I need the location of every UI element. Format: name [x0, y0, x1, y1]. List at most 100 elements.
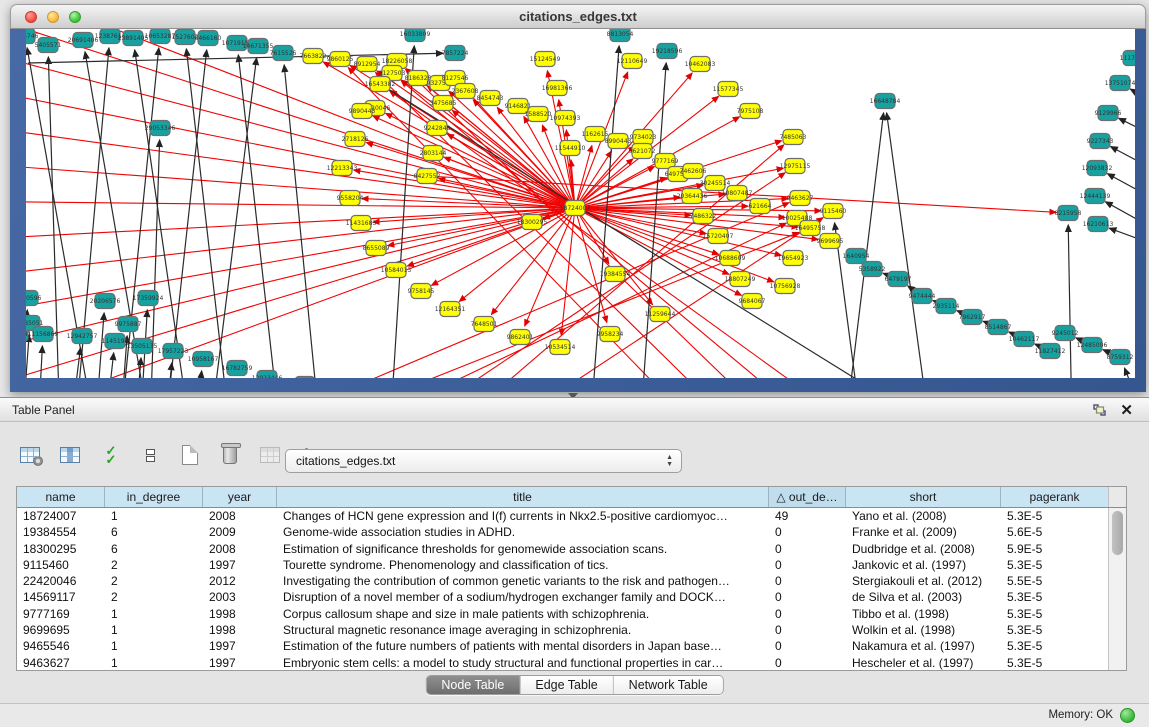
graph-node[interactable]: 20206576 — [90, 294, 121, 309]
table-cell[interactable]: 22420046 — [17, 573, 105, 589]
table-cell[interactable]: Tourette syndrome. Phenomenology and cla… — [277, 557, 769, 573]
graph-node[interactable]: 9758145 — [408, 284, 435, 299]
graph-node[interactable]: 6479197 — [885, 272, 912, 287]
table-cell[interactable]: 2 — [105, 589, 203, 605]
graph-node[interactable]: 17957223 — [158, 344, 189, 359]
citation-network-graph[interactable]: 9135746540557120691406123876142389140510… — [26, 29, 1135, 378]
graph-node[interactable]: 10756928 — [770, 279, 801, 294]
table-cell[interactable]: 6 — [105, 541, 203, 557]
column-header-in-degree[interactable]: in_degree — [105, 487, 203, 507]
table-cell[interactable]: 9115460 — [17, 557, 105, 573]
graph-node[interactable]: 8655089 — [363, 241, 390, 256]
graph-node[interactable]: 8813054 — [607, 29, 634, 42]
graph-node[interactable]: 11259644 — [645, 307, 676, 322]
table-cell[interactable]: Estimation of the future numbers of pati… — [277, 638, 769, 654]
table-cell[interactable]: 0 — [769, 573, 846, 589]
graph-node[interactable]: 7962917 — [959, 310, 986, 325]
table-row[interactable]: 2242004622012Investigating the contribut… — [17, 573, 1126, 589]
table-cell[interactable]: 1 — [105, 508, 203, 524]
scrollbar-thumb[interactable] — [1112, 511, 1123, 555]
graph-node[interactable]: 9862401 — [507, 330, 534, 345]
graph-node[interactable]: 13751074 — [1105, 76, 1135, 91]
table-cell[interactable]: 9463627 — [17, 655, 105, 671]
graph-node[interactable]: 2367608 — [452, 84, 479, 99]
tab-edge-table[interactable]: Edge Table — [520, 676, 613, 694]
graph-node[interactable]: 15720407 — [703, 229, 734, 244]
table-cell[interactable]: 5.3E-5 — [1001, 655, 1108, 671]
graph-node[interactable]: 9699695 — [817, 234, 844, 249]
table-cell[interactable]: 14569117 — [17, 589, 105, 605]
table-row[interactable]: 969969511998Structural magnetic resonanc… — [17, 622, 1126, 638]
graph-node[interactable]: 9860125 — [327, 52, 354, 67]
graph-node[interactable]: 8427552 — [414, 169, 441, 184]
graph-node[interactable]: 3475685 — [430, 96, 457, 111]
graph-node[interactable]: 10974393 — [550, 111, 581, 126]
memory-ok-indicator-icon[interactable] — [1120, 708, 1135, 723]
graph-node[interactable]: 2718126 — [342, 132, 369, 147]
table-cell[interactable]: Structural magnetic resonance image aver… — [277, 622, 769, 638]
table-cell[interactable]: 0 — [769, 606, 846, 622]
table-cell[interactable]: 5.3E-5 — [1001, 622, 1108, 638]
table-cell[interactable]: 49 — [769, 508, 846, 524]
table-cell[interactable]: 0 — [769, 622, 846, 638]
graph-node[interactable]: 621664 — [749, 199, 772, 214]
graph-node[interactable]: 9558204 — [337, 191, 364, 206]
column-header-out-degree[interactable]: △ out_de… — [769, 487, 846, 507]
table-cell[interactable]: Wolkin et al. (1998) — [846, 622, 1001, 638]
column-header-short[interactable]: short — [846, 487, 1001, 507]
graph-node[interactable]: 9115460 — [820, 204, 847, 219]
graph-node[interactable]: 10584013 — [381, 263, 412, 278]
table-cell[interactable]: 1997 — [203, 655, 277, 671]
graph-node[interactable]: 2935114 — [933, 299, 960, 314]
graph-node[interactable]: 7615526 — [270, 46, 297, 61]
graph-node[interactable]: 11577345 — [713, 82, 744, 97]
graph-node[interactable]: 7663822 — [300, 49, 327, 64]
table-row[interactable]: 1872400712008Changes of HCN gene express… — [17, 508, 1126, 524]
table-cell[interactable]: Changes of HCN gene expression and I(f) … — [277, 508, 769, 524]
table-cell[interactable]: 5.3E-5 — [1001, 638, 1108, 654]
table-cell[interactable]: 2 — [105, 557, 203, 573]
table-row[interactable]: 1456911722003Disruption of a novel membe… — [17, 589, 1126, 605]
table-row[interactable]: 1938455462009Genome-wide association stu… — [17, 524, 1126, 540]
graph-node[interactable]: 7485063 — [780, 130, 807, 145]
graph-node[interactable]: 16981366 — [542, 81, 573, 96]
table-cell[interactable]: 1 — [105, 622, 203, 638]
column-header-pagerank[interactable]: pagerank — [1001, 487, 1108, 507]
vertical-scrollbar[interactable] — [1108, 508, 1126, 670]
table-cell[interactable]: 2008 — [203, 508, 277, 524]
graph-node[interactable]: 7648501 — [471, 317, 498, 332]
graph-node[interactable]: 15124549 — [530, 52, 561, 67]
table-cell[interactable]: 1997 — [203, 638, 277, 654]
graph-node[interactable]: 7857224 — [442, 46, 469, 61]
column-header-year[interactable]: year — [203, 487, 277, 507]
table-cell[interactable]: Disruption of a novel member of a sodium… — [277, 589, 769, 605]
graph-node[interactable]: 16782759 — [222, 361, 253, 376]
graph-node[interactable]: 7975108 — [737, 104, 764, 119]
table-cell[interactable]: Estimation of significance thresholds fo… — [277, 541, 769, 557]
table-cell[interactable]: Jankovic et al. (1997) — [846, 557, 1001, 573]
graph-node[interactable]: 11544910 — [555, 141, 586, 156]
table-cell[interactable]: 1998 — [203, 622, 277, 638]
graph-node[interactable]: 1145194 — [102, 334, 129, 349]
graph-node[interactable]: 1117534 — [1120, 51, 1135, 66]
graph-node[interactable]: 9684067 — [739, 294, 766, 309]
graph-node[interactable]: 7462606 — [680, 164, 707, 179]
graph-node[interactable]: 6466160 — [195, 31, 222, 46]
graph-node[interactable]: 8215958 — [1055, 206, 1082, 221]
graph-node[interactable]: 16210613 — [1083, 217, 1114, 232]
table-cell[interactable]: Nakamura et al. (1997) — [846, 638, 1001, 654]
table-cell[interactable]: 0 — [769, 655, 846, 671]
graph-node[interactable]: 12213343 — [327, 161, 358, 176]
graph-node[interactable]: 9463627 — [787, 191, 814, 206]
graph-node[interactable]: 19654923 — [778, 251, 809, 266]
graph-node[interactable]: 10462083 — [685, 57, 716, 72]
graph-node[interactable]: 10688609 — [715, 251, 746, 266]
graph-node[interactable]: 19218596 — [652, 44, 683, 59]
graph-node[interactable]: 9129966 — [1095, 106, 1122, 121]
graph-node[interactable]: 7486322 — [690, 209, 717, 224]
row-height-button[interactable] — [136, 441, 164, 469]
show-columns-button[interactable] — [56, 441, 84, 469]
table-cell[interactable]: Yano et al. (2008) — [846, 508, 1001, 524]
graph-node[interactable]: 9474444 — [909, 289, 936, 304]
table-cell[interactable]: de Silva et al. (2003) — [846, 589, 1001, 605]
